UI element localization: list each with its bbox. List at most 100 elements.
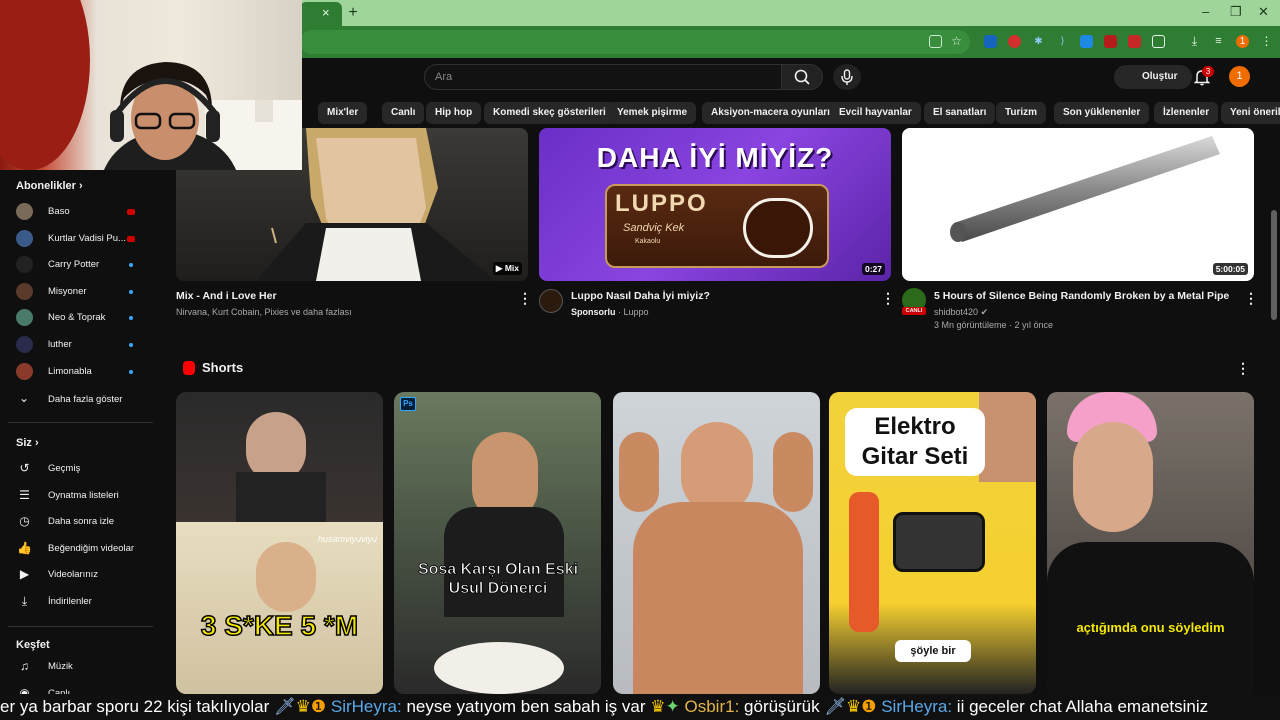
filter-chip[interactable]: Son yüklenenler [1054,102,1150,124]
filter-chip[interactable]: İzlenenler [1154,102,1219,124]
subscriptions-heading-label: Abonelikler [16,180,76,192]
subscription-item[interactable]: Neo & Toprak [16,308,156,328]
browser-tab-active[interactable] [300,2,342,26]
explore-heading: Keşfet [16,639,50,651]
extension-icon[interactable]: ⟩ [1056,35,1069,48]
video-menu-icon[interactable]: ⋮ [881,291,895,305]
short-overlay-text: husamviyuviyu [317,534,377,544]
subscription-item[interactable]: luther [16,335,156,355]
sidebar-item-playlists[interactable]: ☰ Oynatma listeleri [16,486,156,506]
microphone-icon [841,69,853,85]
account-avatar[interactable]: 1 [1229,66,1250,87]
short-caption: Elektro Gitar Seti [845,408,985,476]
channel-avatar-icon [16,309,33,327]
video-thumbnail[interactable]: 5:00:05 [902,128,1254,281]
sidebar-item-music[interactable]: ♫ Müzik [16,657,156,677]
video-menu-icon[interactable]: ⋮ [1244,291,1258,305]
music-icon: ♫ [20,659,29,673]
filter-chip[interactable]: Yeni öneriler [1221,102,1280,124]
shorts-menu-icon[interactable]: ⋮ [1236,361,1250,375]
subscription-item[interactable]: Limonabla [16,362,156,382]
extension-icon[interactable] [1008,35,1021,48]
short-card[interactable]: Ps Sosa Karşı Olan Eski Usul Dönerci [394,392,601,694]
short-bottom-frame: husamviyuviyu 3 S*KE 5 *M [176,522,383,694]
video-title[interactable]: 5 Hours of Silence Being Randomly Broken… [934,290,1229,302]
sidebar-item-watch-later[interactable]: ◷ Daha sonra izle [16,512,156,532]
webcam-feed [0,0,302,170]
video-meta: 3 Mn görüntüleme · 2 yıl önce [934,320,1054,330]
filter-chip[interactable]: Yemek pişirme [608,102,697,124]
minimize-button[interactable]: – [1202,4,1209,20]
subscription-item[interactable]: Baso [16,202,156,222]
page-scrollbar[interactable] [1271,210,1277,320]
new-content-dot-icon [129,343,133,347]
bookmark-star-icon[interactable]: ☆ [950,35,963,48]
sidebar-item-label: İndirilenler [48,596,92,607]
extension-icon[interactable] [1080,35,1093,48]
short-card[interactable]: açtığımda onu söyledim [1047,392,1254,694]
watch-later-icon: ◷ [19,514,30,529]
mix-badge: ▶︎ Mix [492,262,522,275]
cast-icon[interactable] [929,35,942,48]
subscription-label: luther [48,339,72,350]
person-in-background [979,392,1036,482]
crown-icon: ♛ [650,697,666,716]
voice-search-button[interactable] [833,64,861,90]
tab-close-icon[interactable]: × [322,5,330,21]
cake-image [743,198,813,258]
search-button[interactable] [781,64,823,90]
filter-chip[interactable]: Canlı [382,102,425,124]
actress-face [256,542,316,612]
sidebar-item-label: Müzik [48,661,73,672]
short-caption: 3 S*KE 5 *M [200,609,359,642]
restore-button[interactable]: ❐ [1230,4,1242,20]
sidebar-item-history[interactable]: ↺ Geçmiş [16,459,156,479]
filter-chips-bar: Mix'ler Canlı Hip hop Komedi skeç gösterile… [300,102,1280,124]
streamer-body [236,472,326,522]
extension-icon[interactable] [984,35,997,48]
extension-icon[interactable]: ✱ [1032,35,1045,48]
show-more-button[interactable]: ⌄ Daha fazla göster [16,390,156,410]
sidebar-item-your-videos[interactable]: ▶ Videolarınız [16,565,156,585]
subscription-item[interactable]: Carry Potter [16,255,156,275]
short-card[interactable]: Elektro Gitar Seti şöyle bir [829,392,1036,694]
sidebar-item-downloads[interactable]: ⤓ İndirilenler [16,592,156,612]
subscriptions-heading[interactable]: Abonelikler › [16,180,83,192]
download-icon[interactable]: ⤓ [1188,35,1201,48]
right-arm [773,432,813,512]
video-title[interactable]: Luppo Nasıl Daha İyi miyiz? [571,290,710,302]
short-card[interactable] [613,392,820,694]
product-brand: LUPPO [615,190,708,217]
crown-icon: ♛ [845,697,862,716]
sidebar-item-liked-videos[interactable]: 👍 Beğendiğim videolar [16,539,156,559]
search-input[interactable]: Ara [424,64,782,90]
filter-chip[interactable]: Aksiyon-macera oyunları [702,102,839,124]
short-card[interactable]: husamviyuviyu 3 S*KE 5 *M [176,392,383,694]
filter-chip[interactable]: Mix'ler [318,102,368,124]
new-content-dot-icon [129,263,133,268]
profile-icon[interactable]: 1 [1236,35,1249,48]
you-heading[interactable]: Siz › [16,437,39,449]
filter-chip[interactable]: Komedi skeç gösterileri [484,102,615,124]
new-tab-button[interactable]: + [344,4,362,22]
filter-chip[interactable]: Evcil hayvanlar [830,102,921,124]
address-bar[interactable] [300,30,970,54]
browser-menu-icon[interactable]: ⋮ [1260,35,1273,48]
subscription-item[interactable]: Misyoner [16,282,156,302]
filter-chip[interactable]: Turizm [996,102,1047,124]
video-menu-icon[interactable]: ⋮ [518,291,532,305]
guitar-image [849,492,879,632]
filter-chip[interactable]: Hip hop [426,102,482,124]
close-window-button[interactable]: ✕ [1258,4,1269,20]
extension-icon[interactable] [1104,35,1117,48]
media-controls-icon[interactable]: ≡ [1212,35,1225,48]
channel-avatar[interactable] [539,289,563,313]
chat-username: Osbir1: [684,697,740,716]
subscription-item[interactable]: Kurtlar Vadisi Pu... [16,229,156,249]
create-button[interactable]: Oluştur [1114,65,1192,89]
video-thumbnail[interactable]: DAHA İYİ MİYİZ? LUPPO Sandviç Kek Kakaol… [539,128,891,281]
video-title[interactable]: Mix - And i Love Her [176,290,277,302]
extension-icon[interactable] [1128,35,1141,48]
filter-chip[interactable]: El sanatları [924,102,996,124]
extensions-puzzle-icon[interactable] [1152,35,1165,48]
